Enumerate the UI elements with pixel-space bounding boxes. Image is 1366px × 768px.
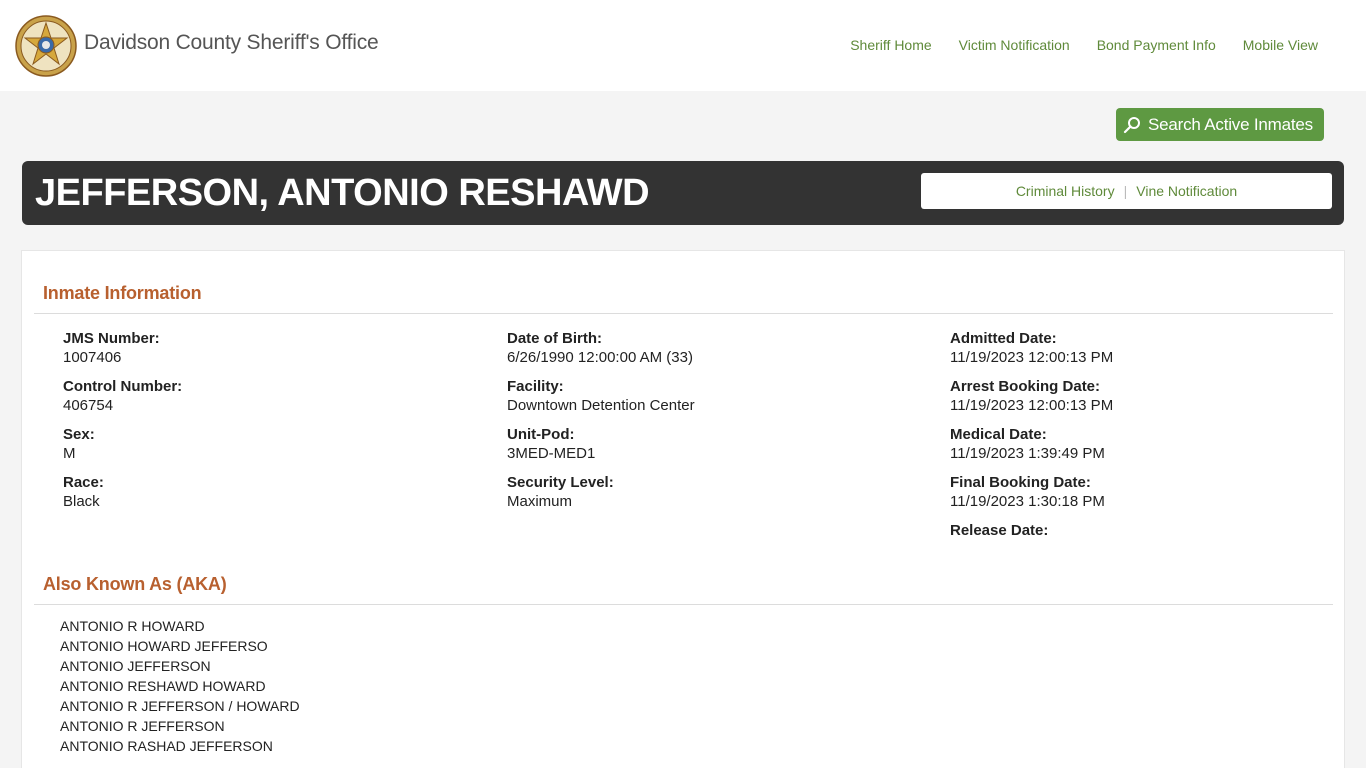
vine-notification-link[interactable]: Vine Notification: [1136, 183, 1237, 199]
field-value: 6/26/1990 12:00:00 AM (33): [507, 349, 693, 366]
site-header: Davidson County Sheriff's Office Sheriff…: [0, 0, 1366, 91]
field-label: Admitted Date:: [950, 330, 1057, 347]
sheriff-badge-logo[interactable]: [15, 15, 77, 77]
sex-field: Sex: M: [63, 426, 182, 474]
field-value: 3MED-MED1: [507, 445, 596, 462]
inmate-information-heading: Inmate Information: [43, 283, 202, 303]
control-number-field: Control Number: 406754: [63, 378, 182, 426]
section-divider: [34, 313, 1333, 314]
field-value: 11/19/2023 1:39:49 PM: [950, 445, 1105, 462]
field-value: 11/19/2023 12:00:13 PM: [950, 349, 1114, 366]
security-level-field: Security Level: Maximum: [507, 474, 695, 522]
magnifier-icon: [1123, 116, 1140, 133]
field-value: 11/19/2023 1:30:18 PM: [950, 493, 1105, 510]
aka-list: ANTONIO R HOWARD ANTONIO HOWARD JEFFERSO…: [60, 616, 300, 756]
search-button-label: Search Active Inmates: [1148, 114, 1313, 134]
field-label: Medical Date:: [950, 426, 1047, 443]
link-separator: |: [1123, 183, 1128, 199]
field-label: Date of Birth:: [507, 330, 602, 347]
aka-list-item: ANTONIO RESHAWD HOWARD: [60, 678, 266, 694]
field-label: Unit-Pod:: [507, 426, 575, 443]
top-nav: Sheriff Home Victim Notification Bond Pa…: [850, 37, 1318, 53]
inmate-name-bar: JEFFERSON, ANTONIO RESHAWD Criminal Hist…: [22, 161, 1344, 225]
info-column-1: JMS Number: 1007406 Control Number: 4067…: [63, 330, 182, 522]
search-active-inmates-button[interactable]: Search Active Inmates: [1116, 108, 1324, 141]
field-label: Final Booking Date:: [950, 474, 1091, 491]
field-value: M: [63, 445, 76, 462]
inmate-details-card: Inmate Information JMS Number: 1007406 C…: [21, 250, 1345, 768]
date-of-birth-field: Date of Birth: 6/26/1990 12:00:00 AM (33…: [507, 330, 695, 378]
field-value: Maximum: [507, 493, 573, 510]
field-label: Security Level:: [507, 474, 614, 491]
field-value: 406754: [63, 397, 114, 414]
field-value: Downtown Detention Center: [507, 397, 695, 414]
info-column-3: Admitted Date: 11/19/2023 12:00:13 PM Ar…: [950, 330, 1113, 570]
nav-sheriff-home[interactable]: Sheriff Home: [850, 37, 931, 53]
nav-mobile-view[interactable]: Mobile View: [1243, 37, 1318, 53]
inmate-name: JEFFERSON, ANTONIO RESHAWD: [35, 172, 650, 214]
site-title[interactable]: Davidson County Sheriff's Office: [84, 31, 379, 55]
aka-heading: Also Known As (AKA): [43, 574, 227, 594]
field-label: Race:: [63, 474, 104, 491]
admitted-date-field: Admitted Date: 11/19/2023 12:00:13 PM: [950, 330, 1113, 378]
field-value: 11/19/2023 12:00:13 PM: [950, 397, 1114, 414]
aka-list-item: ANTONIO R JEFFERSON / HOWARD: [60, 698, 300, 714]
aka-list-item: ANTONIO R HOWARD: [60, 618, 205, 634]
aka-list-item: ANTONIO R JEFFERSON: [60, 718, 225, 734]
facility-field: Facility: Downtown Detention Center: [507, 378, 695, 426]
arrest-booking-date-field: Arrest Booking Date: 11/19/2023 12:00:13…: [950, 378, 1113, 426]
inmate-links: Criminal History | Vine Notification: [921, 173, 1332, 209]
field-label: JMS Number:: [63, 330, 160, 347]
medical-date-field: Medical Date: 11/19/2023 1:39:49 PM: [950, 426, 1113, 474]
criminal-history-link[interactable]: Criminal History: [1016, 183, 1115, 199]
release-date-field: Release Date:: [950, 522, 1113, 570]
field-value: 1007406: [63, 349, 122, 366]
final-booking-date-field: Final Booking Date: 11/19/2023 1:30:18 P…: [950, 474, 1113, 510]
race-field: Race: Black: [63, 474, 182, 522]
field-label: Release Date:: [950, 522, 1049, 539]
nav-bond-payment-info[interactable]: Bond Payment Info: [1097, 37, 1216, 53]
aka-list-item: ANTONIO HOWARD JEFFERSO: [60, 638, 268, 654]
field-value: Black: [63, 493, 100, 510]
field-label: Arrest Booking Date:: [950, 378, 1101, 395]
field-label: Sex:: [63, 426, 95, 443]
field-label: Facility:: [507, 378, 564, 395]
nav-victim-notification[interactable]: Victim Notification: [959, 37, 1070, 53]
aka-list-item: ANTONIO JEFFERSON: [60, 658, 211, 674]
section-divider: [34, 604, 1333, 605]
unit-pod-field: Unit-Pod: 3MED-MED1: [507, 426, 695, 474]
info-column-2: Date of Birth: 6/26/1990 12:00:00 AM (33…: [507, 330, 695, 522]
jms-number-field: JMS Number: 1007406: [63, 330, 182, 378]
field-label: Control Number:: [63, 378, 183, 395]
aka-list-item: ANTONIO RASHAD JEFFERSON: [60, 738, 273, 754]
